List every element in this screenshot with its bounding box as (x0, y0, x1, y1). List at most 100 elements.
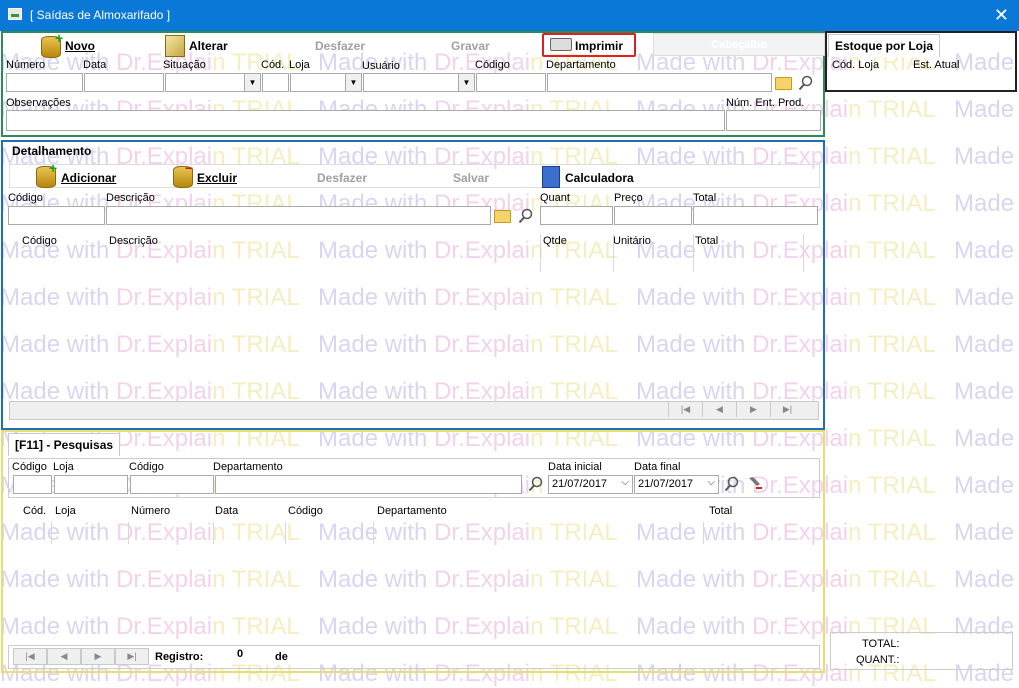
close-icon[interactable]: ✕ (994, 5, 1009, 26)
detail-desfazer-button[interactable]: Desfazer (317, 171, 367, 185)
grid-header-est-atual[interactable]: Est. Atual (913, 59, 959, 71)
desfazer-button[interactable]: Desfazer (315, 39, 365, 53)
folder-icon[interactable] (494, 210, 511, 223)
grid-header-codigo[interactable]: Código (22, 235, 57, 247)
situacao-select[interactable]: ▼ (165, 73, 261, 92)
grid-header-loja[interactable]: Loja (55, 505, 76, 517)
title-bar: [ Saídas de Almoxarifado ] ✕ (0, 0, 1019, 31)
total-input[interactable] (693, 206, 818, 225)
next-record-button[interactable]: ▶ (81, 648, 115, 665)
app-icon (8, 8, 22, 20)
first-record-button[interactable]: |◀ (668, 402, 702, 417)
grid-separator (540, 234, 541, 272)
tab-pesquisas[interactable]: [F11] - Pesquisas (8, 433, 121, 456)
grid-header-qtde[interactable]: Qtde (543, 235, 567, 247)
data-final-value: 21/07/2017 (638, 478, 694, 490)
data-final-picker[interactable]: 21/07/2017 ⌵ (634, 475, 719, 494)
usuario-select[interactable]: ▼ (363, 73, 475, 92)
departamento-search-input[interactable] (215, 475, 522, 494)
grid-header-departamento[interactable]: Departamento (377, 505, 447, 517)
tab-estoque-por-loja[interactable]: Estoque por Loja (828, 34, 941, 57)
data-input[interactable] (84, 73, 164, 92)
chevron-down-icon[interactable]: ▼ (345, 74, 361, 91)
codigo-input[interactable] (476, 73, 546, 92)
imprimir-button[interactable]: Imprimir (575, 39, 623, 53)
chevron-down-icon[interactable]: ⌵ (621, 477, 629, 488)
watermark-text: Made with Dr.Explain TRIAL (954, 96, 1019, 123)
gravar-button[interactable]: Gravar (451, 39, 490, 53)
departamento-label: Departamento (546, 59, 616, 71)
grid-header-unitario[interactable]: Unitário (613, 235, 651, 247)
cod-input[interactable] (262, 73, 289, 92)
de-label: de (275, 651, 288, 663)
cod-label: Cód. (261, 59, 285, 71)
descricao-input[interactable] (106, 206, 491, 225)
grid-header-codigo[interactable]: Código (288, 505, 323, 517)
usuario-label: Usuário (362, 60, 400, 72)
salvar-button[interactable]: Salvar (453, 171, 489, 185)
grid-header-cod[interactable]: Cód. (23, 505, 46, 517)
grid-separator (128, 522, 129, 544)
watermark-text: Made with Dr.Explain TRIAL (954, 472, 1019, 499)
observacoes-input[interactable] (6, 110, 725, 131)
grid-separator (703, 522, 704, 544)
departamento-input[interactable] (547, 73, 772, 92)
detail-toolbar (9, 164, 820, 188)
grid-header-total[interactable]: Total (709, 505, 732, 517)
grid-header-data[interactable]: Data (215, 505, 238, 517)
quant-input[interactable] (540, 206, 613, 225)
codigo-search-input[interactable] (13, 475, 52, 494)
folder-icon[interactable] (775, 77, 792, 90)
pesquisas-panel: [F11] - Pesquisas Código Loja Código Dep… (1, 430, 825, 673)
next-record-button[interactable]: ▶ (736, 402, 770, 417)
excluir-button[interactable]: Excluir (197, 171, 237, 185)
grid-header-descricao[interactable]: Descrição (109, 235, 158, 247)
printer-icon (550, 38, 572, 51)
calculadora-button[interactable]: Calculadora (565, 171, 634, 185)
loja-search-input[interactable] (54, 475, 128, 494)
num-ent-prod-input[interactable] (726, 110, 821, 131)
tab-cabecalho[interactable]: Cabeçalho (653, 33, 825, 56)
plus-icon: + (55, 30, 64, 46)
grid-header-cod-loja[interactable]: Cód. Loja (832, 59, 879, 71)
detail-navigator: |◀ ◀ ▶ ▶| (9, 401, 819, 420)
prev-record-button[interactable]: ◀ (702, 402, 736, 417)
grid-header-total[interactable]: Total (695, 235, 718, 247)
novo-button[interactable]: Novo (65, 39, 95, 53)
codigo-label: Código (475, 59, 510, 71)
alterar-button[interactable]: Alterar (189, 39, 228, 53)
observacoes-label: Observações (6, 97, 71, 109)
search-icon[interactable] (518, 208, 534, 224)
first-record-button[interactable]: |◀ (13, 648, 47, 665)
preco-input[interactable] (614, 206, 692, 225)
grid-separator (213, 522, 214, 544)
quant-label: QUANT.: (856, 654, 900, 666)
loja-select[interactable]: ▼ (290, 73, 362, 92)
quant-label: Quant (540, 192, 570, 204)
last-record-button[interactable]: ▶| (115, 648, 149, 665)
search-icon[interactable] (798, 75, 814, 91)
detalhamento-panel: Detalhamento + Adicionar − Excluir Desfa… (1, 140, 825, 430)
registro-label: Registro: (155, 651, 204, 663)
watermark-text: Made with Dr.Explain TRIAL (954, 519, 1019, 546)
num-ent-prod-label: Núm. Ent. Prod. (726, 97, 805, 109)
grid-separator (51, 522, 52, 544)
watermark-text: Made with Dr.Explain TRIAL (954, 190, 1019, 217)
search-icon[interactable] (528, 476, 544, 492)
clear-filter-icon[interactable] (747, 476, 763, 492)
search-icon[interactable] (724, 476, 740, 492)
chevron-down-icon[interactable]: ▼ (244, 74, 260, 91)
codigo-input[interactable] (8, 206, 105, 225)
chevron-down-icon[interactable]: ▼ (458, 74, 474, 91)
numero-input[interactable] (6, 73, 83, 92)
calculator-icon (542, 166, 560, 188)
watermark-text: Made with Dr.Explain TRIAL (954, 331, 1019, 358)
grid-header-numero[interactable]: Número (131, 505, 170, 517)
loja-label: Loja (289, 59, 310, 71)
chevron-down-icon[interactable]: ⌵ (707, 477, 715, 488)
data-inicial-picker[interactable]: 21/07/2017 ⌵ (548, 475, 633, 494)
codigo2-search-input[interactable] (130, 475, 214, 494)
adicionar-button[interactable]: Adicionar (61, 171, 116, 185)
prev-record-button[interactable]: ◀ (47, 648, 81, 665)
last-record-button[interactable]: ▶| (770, 402, 804, 417)
